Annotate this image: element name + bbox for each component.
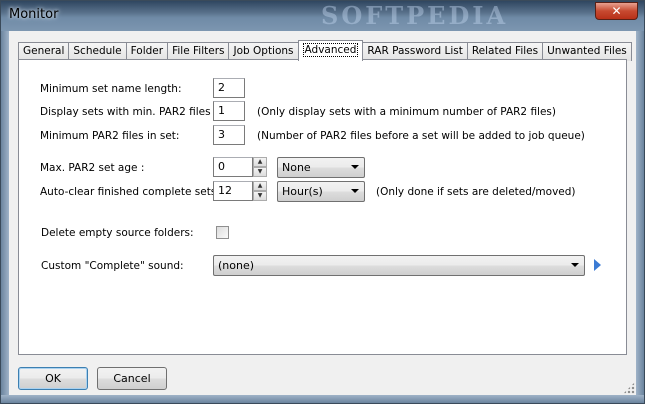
tab-label: File Filters — [172, 45, 225, 57]
spin-down-icon[interactable]: ▼ — [253, 167, 267, 177]
complete-sound-label: Custom "Complete" sound: — [41, 260, 184, 272]
window-frame-bottom — [1, 395, 644, 403]
complete-sound-value: (none) — [218, 259, 255, 272]
tab-label: RAR Password List — [367, 45, 463, 57]
max-par2-set-age-unit-value: None — [282, 161, 311, 174]
min-set-name-length-input[interactable]: 2 — [213, 78, 245, 98]
spin-up-icon[interactable]: ▲ — [253, 181, 267, 191]
auto-clear-unit-select[interactable]: Hour(s) — [277, 181, 365, 202]
chevron-down-icon — [351, 189, 359, 193]
tab-label: Unwanted Files — [547, 45, 627, 57]
max-par2-set-age-label: Max. PAR2 set age : — [40, 162, 145, 174]
display-sets-min-par2-label: Display sets with min. PAR2 files — [40, 106, 211, 118]
window-frame-left — [1, 31, 9, 403]
max-par2-set-age-input[interactable]: 0 — [213, 157, 253, 177]
max-par2-set-age-unit-select[interactable]: None — [277, 157, 365, 178]
tab-strip: General Schedule Folder File Filters Job… — [18, 40, 632, 61]
tab-label: Schedule — [73, 45, 122, 57]
spin-up-icon[interactable]: ▲ — [253, 157, 267, 167]
auto-clear-input[interactable]: 12 — [213, 181, 253, 201]
play-icon[interactable] — [594, 259, 601, 271]
monitor-window: Monitor SOFTPEDIA ✕ General Schedule Fol… — [0, 0, 645, 404]
chevron-down-icon — [571, 263, 579, 267]
window-frame-right — [636, 31, 644, 403]
spin-down-icon[interactable]: ▼ — [253, 191, 267, 201]
ok-button[interactable]: OK — [18, 367, 88, 390]
tab-label: Advanced — [302, 43, 359, 57]
auto-clear-unit-value: Hour(s) — [282, 185, 323, 198]
delete-empty-source-label: Delete empty source folders: — [41, 227, 194, 239]
auto-clear-spinner[interactable]: ▲ ▼ — [253, 181, 267, 201]
close-button[interactable]: ✕ — [595, 2, 638, 20]
display-sets-min-par2-note: (Only display sets with a minimum number… — [257, 106, 557, 118]
window-title: Monitor — [9, 7, 59, 22]
auto-clear-note: (Only done if sets are deleted/moved) — [376, 186, 576, 198]
tab-advanced[interactable]: Advanced — [297, 40, 364, 61]
tab-label: General — [23, 45, 65, 57]
tab-label: Related Files — [471, 45, 539, 57]
delete-empty-source-checkbox[interactable] — [216, 226, 229, 239]
min-par2-files-note: (Number of PAR2 files before a set will … — [257, 130, 585, 142]
display-sets-min-par2-input[interactable]: 1 — [213, 101, 245, 121]
complete-sound-select[interactable]: (none) — [213, 255, 585, 276]
tab-label: Job Options — [233, 45, 294, 57]
min-par2-files-label: Minimum PAR2 files in set: — [40, 130, 180, 142]
tab-label: Folder — [130, 45, 164, 57]
max-par2-set-age-spinner[interactable]: ▲ ▼ — [253, 157, 267, 177]
min-set-name-length-label: Minimum set name length: — [40, 83, 182, 95]
title-bar[interactable]: Monitor SOFTPEDIA ✕ — [1, 1, 644, 31]
cancel-button[interactable]: Cancel — [97, 367, 167, 390]
advanced-panel: Minimum set name length: 2 Display sets … — [18, 59, 627, 355]
watermark-logo: SOFTPEDIA — [321, 1, 509, 30]
resize-grip-icon[interactable] — [623, 382, 635, 394]
chevron-down-icon — [351, 165, 359, 169]
auto-clear-label: Auto-clear finished complete sets: — [40, 186, 220, 198]
min-par2-files-input[interactable]: 3 — [213, 125, 245, 145]
